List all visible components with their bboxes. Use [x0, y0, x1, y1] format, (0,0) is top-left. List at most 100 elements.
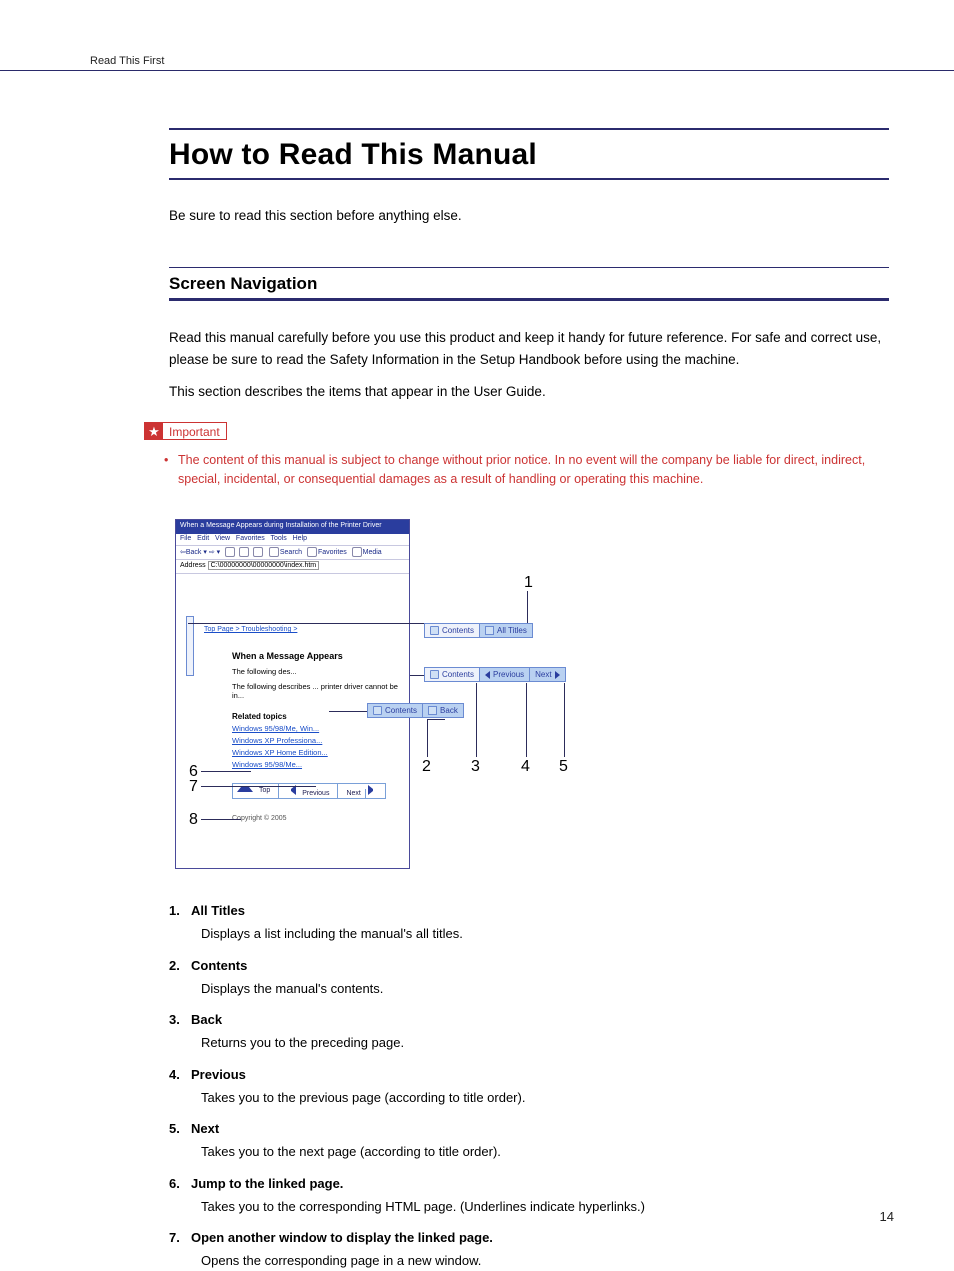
def-num: 1.	[169, 903, 191, 918]
def-title: Previous	[191, 1067, 246, 1082]
link-2[interactable]: Windows XP Professiona...	[232, 736, 401, 745]
leader-n2v	[427, 719, 428, 757]
def-body: Opens the corresponding page in a new wi…	[201, 1251, 889, 1271]
menu-favorites[interactable]: Favorites	[236, 535, 265, 542]
def-title: Back	[191, 1012, 222, 1027]
def-num: 6.	[169, 1176, 191, 1191]
panel-contents-back: Contents Back	[367, 703, 464, 718]
link-1[interactable]: Windows 95/98/Me, Win...	[232, 724, 401, 733]
leader-n3v	[476, 683, 477, 757]
right-icon	[368, 785, 381, 795]
favorites-label[interactable]: Favorites	[318, 549, 347, 556]
home-icon[interactable]	[253, 547, 263, 557]
def-num: 4.	[169, 1067, 191, 1082]
back-button[interactable]: ⇦Back	[180, 549, 201, 556]
def-3: 3.Back Returns you to the preceding page…	[169, 1012, 889, 1053]
panel2-contents[interactable]: Contents	[425, 668, 480, 681]
def-title: Jump to the linked page.	[191, 1176, 343, 1191]
important-list: • The content of this manual is subject …	[164, 451, 889, 490]
def-body: Takes you to the corresponding HTML page…	[201, 1197, 889, 1217]
page-title: How to Read This Manual	[169, 130, 889, 178]
menu-edit[interactable]: Edit	[197, 535, 209, 542]
callout-7: 7	[189, 778, 198, 796]
callout-1: 1	[524, 574, 533, 592]
breadcrumb[interactable]: Top Page > Troubleshooting >	[204, 626, 297, 633]
leader-fan-top	[188, 623, 424, 624]
def-num: 5.	[169, 1121, 191, 1136]
right-icon	[555, 671, 560, 679]
menu-view[interactable]: View	[215, 535, 230, 542]
refresh-icon[interactable]	[239, 547, 249, 557]
def-body: Displays the manual's contents.	[201, 979, 889, 999]
stop-icon[interactable]	[225, 547, 235, 557]
search-icon[interactable]	[269, 547, 279, 557]
panel2-next[interactable]: Next	[530, 668, 564, 681]
def-2: 2.Contents Displays the manual's content…	[169, 958, 889, 999]
def-body: Returns you to the preceding page.	[201, 1033, 889, 1053]
menu-help[interactable]: Help	[293, 535, 307, 542]
def-num: 2.	[169, 958, 191, 973]
def-4: 4.Previous Takes you to the previous pag…	[169, 1067, 889, 1108]
panel3-back[interactable]: Back	[423, 704, 463, 717]
address-bar: Address C:\00000000\00000000\index.htm	[176, 560, 409, 574]
left-icon	[485, 671, 490, 679]
def-7: 7.Open another window to display the lin…	[169, 1230, 889, 1271]
leader-n2h	[427, 719, 445, 720]
callout-4: 4	[521, 758, 530, 776]
def-body: Takes you to the previous page (accordin…	[201, 1088, 889, 1108]
def-body: Takes you to the next page (according to…	[201, 1142, 889, 1162]
section-heading: Screen Navigation	[169, 268, 889, 298]
def-num: 3.	[169, 1012, 191, 1027]
menu-file[interactable]: File	[180, 535, 191, 542]
panel-contents-alltitles: Contents All Titles	[424, 623, 533, 638]
panel3-contents[interactable]: Contents	[368, 704, 423, 717]
media-icon[interactable]	[352, 547, 362, 557]
body-paragraph-1: Read this manual carefully before you us…	[169, 327, 889, 372]
panel-contents-prev-next: Contents Previous Next	[424, 667, 566, 682]
toolbar: ⇦Back ▾ ⇨ ▾ Search Favorites Media	[176, 546, 409, 560]
link-3[interactable]: Windows XP Home Edition...	[232, 748, 401, 757]
def-5: 5.Next Takes you to the next page (accor…	[169, 1121, 889, 1162]
h2-block: Screen Navigation	[169, 267, 889, 301]
menu-tools[interactable]: Tools	[270, 535, 286, 542]
back-icon	[428, 706, 437, 715]
definitions: 1.All Titles Displays a list including t…	[169, 903, 889, 1271]
content-area: How to Read This Manual Be sure to read …	[169, 128, 889, 1271]
body-paragraph-2: This section describes the items that ap…	[169, 381, 889, 403]
doc-body: Top Page > Troubleshooting > When a Mess…	[176, 574, 409, 828]
def-title: Next	[191, 1121, 219, 1136]
leader-8h	[201, 819, 241, 820]
callout-5: 5	[559, 758, 568, 776]
def-title: All Titles	[191, 903, 245, 918]
def-title: Contents	[191, 958, 247, 973]
menubar: File Edit View Favorites Tools Help	[176, 534, 409, 546]
favorites-icon[interactable]	[307, 547, 317, 557]
bottom-next[interactable]: Next	[338, 784, 384, 798]
panel1-contents[interactable]: Contents	[425, 624, 480, 637]
doc-heading: When a Message Appears	[232, 651, 401, 661]
browser-window: When a Message Appears during Installati…	[175, 519, 410, 869]
panel1-alltitles[interactable]: All Titles	[480, 624, 532, 637]
page-number: 14	[880, 1209, 894, 1224]
leader-2h	[410, 675, 424, 676]
important-item: • The content of this manual is subject …	[164, 451, 889, 490]
search-label[interactable]: Search	[280, 549, 302, 556]
def-title: Open another window to display the linke…	[191, 1230, 493, 1245]
star-icon: ★	[145, 423, 163, 439]
callout-2: 2	[422, 758, 431, 776]
h1-rule-bot	[169, 178, 889, 180]
important-badge: ★ Important	[144, 422, 227, 440]
doc-line-2: The following describes ... printer driv…	[232, 682, 401, 700]
important-text: The content of this manual is subject to…	[178, 451, 889, 490]
media-label[interactable]: Media	[363, 549, 382, 556]
address-label: Address	[180, 562, 206, 569]
leader-3h	[329, 711, 367, 712]
callout-3: 3	[471, 758, 480, 776]
bullet-icon: •	[164, 451, 178, 490]
link-4[interactable]: Windows 95/98/Me...	[232, 760, 401, 769]
leader-n5v	[564, 683, 565, 757]
list-icon	[485, 626, 494, 635]
running-head: Read This First	[90, 55, 164, 67]
panel2-prev[interactable]: Previous	[480, 668, 530, 681]
address-input[interactable]: C:\00000000\00000000\index.htm	[208, 561, 319, 570]
